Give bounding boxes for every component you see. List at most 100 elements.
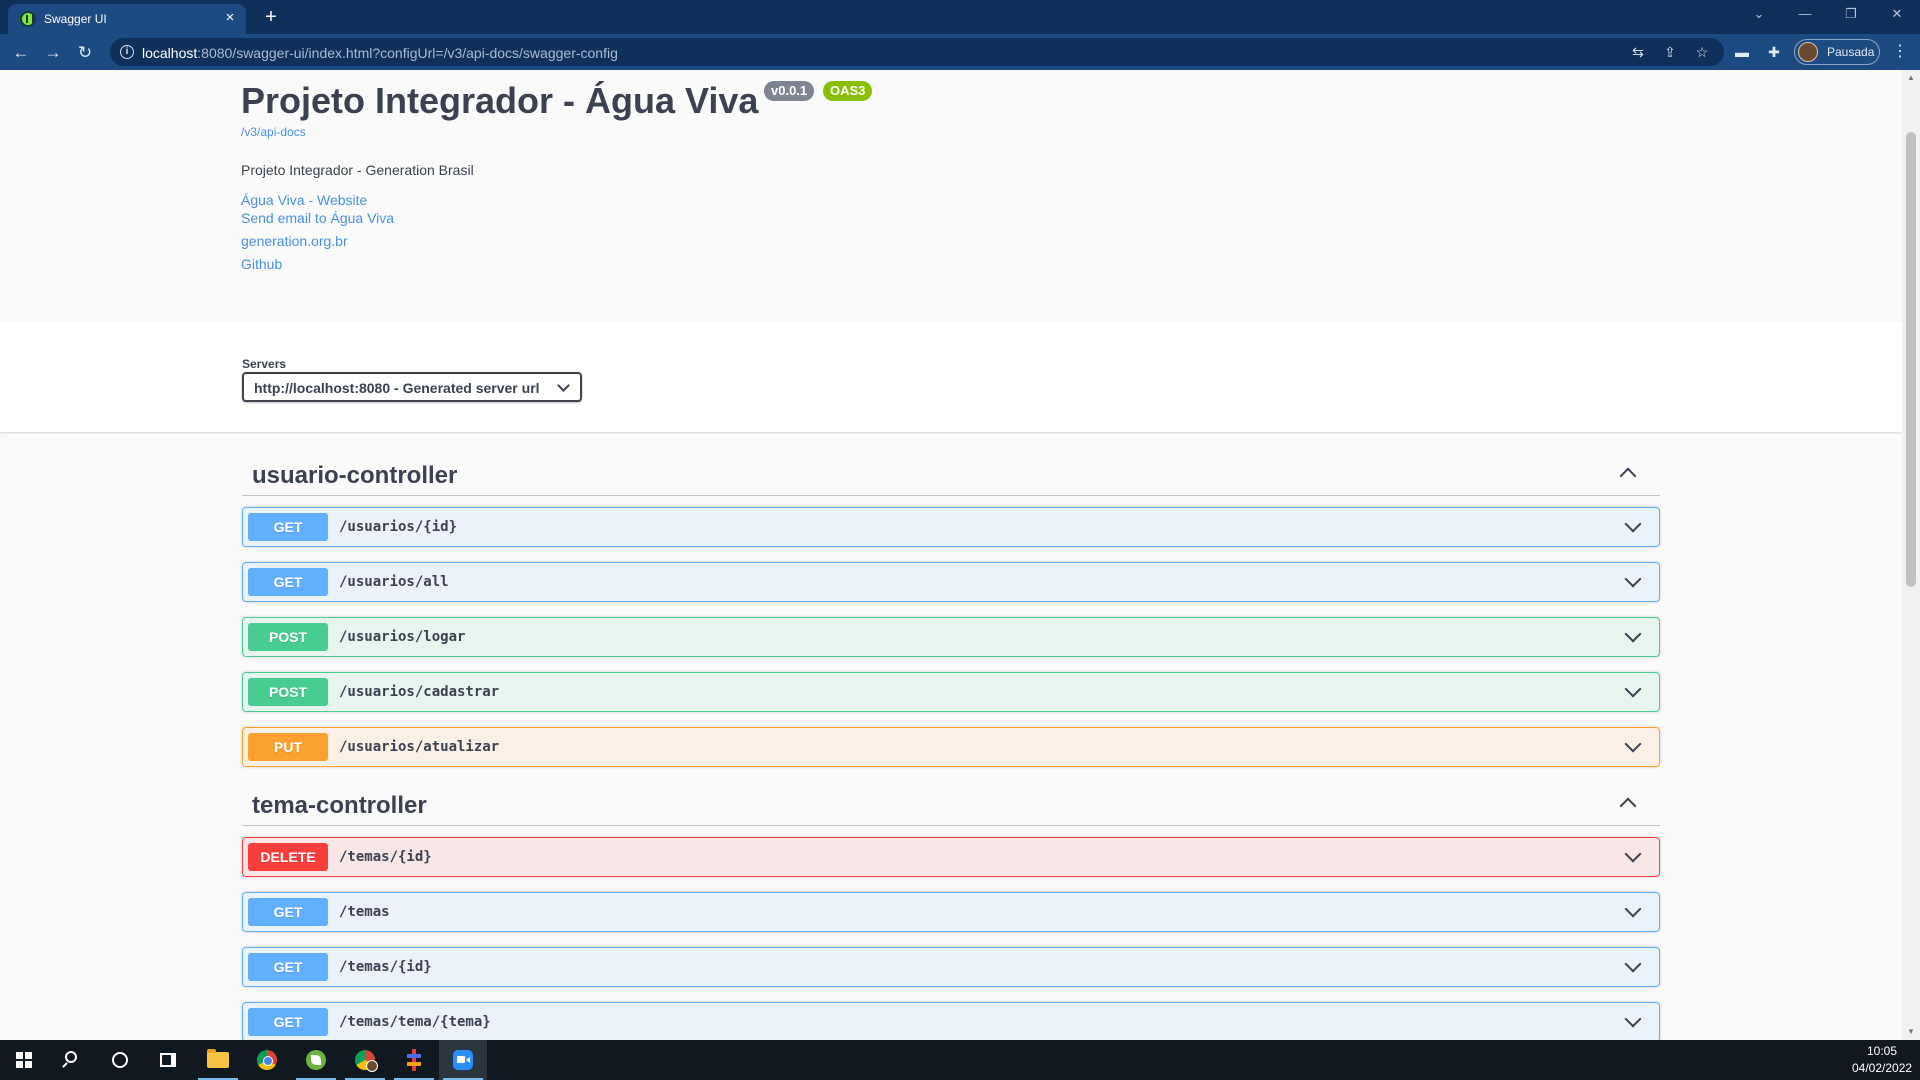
url-host: localhost	[142, 45, 198, 61]
taskbar-spring-tool-suite[interactable]	[292, 1040, 340, 1080]
chevron-down-icon[interactable]	[1624, 900, 1642, 918]
minimize-icon[interactable]: —	[1782, 0, 1828, 30]
operation-get-temas-id[interactable]: GET /temas/{id}	[242, 947, 1660, 987]
taskbar-chrome-profile[interactable]	[341, 1040, 389, 1080]
page-title: Projeto Integrador - Água Viva	[241, 80, 759, 121]
bookmark-star-icon[interactable]: ☆	[1692, 42, 1712, 62]
tag-name: usuario-controller	[252, 462, 458, 489]
operation-get-temas[interactable]: GET /temas	[242, 892, 1660, 932]
chevron-down-icon[interactable]	[1624, 680, 1642, 698]
api-info-section: Projeto Integrador - Água Viva v0.0.1 OA…	[0, 70, 1902, 322]
operation-post-usuarios-cadastrar[interactable]: POST /usuarios/cadastrar	[242, 672, 1660, 712]
chevron-down-icon[interactable]	[1624, 845, 1642, 863]
file-explorer-icon	[207, 1049, 229, 1068]
chevron-down-icon[interactable]	[1624, 570, 1642, 588]
chrome-icon	[257, 1050, 277, 1070]
api-docs-link[interactable]: /v3/api-docs	[241, 125, 306, 139]
operation-get-usuarios-id[interactable]: GET /usuarios/{id}	[242, 507, 1660, 547]
github-link[interactable]: Github	[241, 256, 282, 272]
cortana-button[interactable]	[96, 1040, 144, 1080]
method-badge: GET	[248, 513, 328, 541]
operation-delete-temas-id[interactable]: DELETE /temas/{id}	[242, 837, 1660, 877]
restore-icon[interactable]: ❐	[1828, 0, 1874, 30]
servers-select[interactable]: http://localhost:8080 - Generated server…	[242, 372, 582, 402]
browser-menu-icon[interactable]: ⋮	[1890, 42, 1910, 62]
operation-path: /usuarios/{id}	[339, 519, 458, 535]
taskbar-clock[interactable]: 10:05 04/02/2022	[1852, 1043, 1912, 1077]
address-bar[interactable]: i localhost:8080/swagger-ui/index.html?c…	[110, 38, 1724, 66]
browser-tab-strip: Swagger UI × + ⌄ — ❐ ✕	[0, 0, 1920, 34]
chevron-down-icon[interactable]	[1624, 515, 1642, 533]
website-link[interactable]: Água Viva - Website	[241, 192, 367, 208]
tag-name: tema-controller	[252, 792, 427, 819]
scrollbar-thumb[interactable]	[1906, 132, 1916, 587]
search-icon	[65, 1051, 77, 1063]
operation-path: /temas	[339, 904, 390, 920]
back-icon[interactable]: ←	[10, 42, 32, 64]
email-link[interactable]: Send email to Água Viva	[241, 210, 394, 226]
taskbar-search-button[interactable]	[48, 1040, 96, 1080]
method-badge: GET	[248, 898, 328, 926]
oas-badge: OAS3	[823, 81, 873, 101]
url-text[interactable]: localhost:8080/swagger-ui/index.html?con…	[142, 45, 618, 61]
chrome-profile-icon	[355, 1050, 378, 1072]
servers-label: Servers	[242, 357, 287, 371]
start-button[interactable]	[0, 1040, 48, 1080]
method-badge: GET	[248, 568, 328, 596]
taskbar-zoom[interactable]	[439, 1040, 487, 1080]
windows-taskbar: 10:05 04/02/2022	[0, 1040, 1920, 1080]
media-icon[interactable]: ▬	[1732, 42, 1752, 62]
operation-path: /temas/{id}	[339, 959, 432, 975]
chevron-down-icon[interactable]	[1624, 955, 1642, 973]
tab-close-icon[interactable]: ×	[222, 10, 238, 26]
operation-get-temas-tema[interactable]: GET /temas/tema/{tema}	[242, 1002, 1660, 1040]
scroll-down-icon[interactable]: ▼	[1906, 1027, 1916, 1037]
tag-header-usuario-controller[interactable]: usuario-controller	[242, 452, 1660, 496]
chevron-down-icon[interactable]	[1624, 625, 1642, 643]
operation-get-usuarios-all[interactable]: GET /usuarios/all	[242, 562, 1660, 602]
method-badge: GET	[248, 953, 328, 981]
chevron-down-icon	[557, 379, 570, 392]
chevron-up-icon[interactable]	[1619, 467, 1637, 485]
reload-icon[interactable]: ↻	[74, 42, 96, 64]
operation-path: /temas/{id}	[339, 849, 432, 865]
taskbar-insomnia[interactable]	[390, 1040, 438, 1080]
swagger-favicon-icon	[20, 11, 36, 27]
taskbar-chrome[interactable]	[243, 1040, 291, 1080]
operation-path: /usuarios/cadastrar	[339, 684, 500, 700]
tab-search-icon[interactable]: ⌄	[1736, 0, 1782, 30]
avatar	[1798, 42, 1818, 62]
servers-selected-value: http://localhost:8080 - Generated server…	[254, 380, 540, 396]
operation-put-usuarios-atualizar[interactable]: PUT /usuarios/atualizar	[242, 727, 1660, 767]
operation-path: /temas/tema/{tema}	[339, 1014, 491, 1030]
task-view-button[interactable]	[144, 1040, 192, 1080]
new-tab-icon[interactable]: +	[260, 6, 282, 28]
tag-header-tema-controller[interactable]: tema-controller	[242, 782, 1660, 826]
page-scrollbar[interactable]: ▲ ▼	[1902, 70, 1920, 1040]
operation-post-usuarios-logar[interactable]: POST /usuarios/logar	[242, 617, 1660, 657]
chevron-down-icon[interactable]	[1624, 735, 1642, 753]
share-icon[interactable]: ⇪	[1660, 42, 1680, 62]
method-badge: PUT	[248, 733, 328, 761]
chevron-down-icon[interactable]	[1624, 1010, 1642, 1028]
profile-button[interactable]: Pausada	[1794, 39, 1880, 65]
scroll-up-icon[interactable]: ▲	[1906, 73, 1916, 83]
operation-path: /usuarios/atualizar	[339, 739, 500, 755]
site-info-icon[interactable]: i	[120, 45, 134, 59]
taskbar-file-explorer[interactable]	[194, 1040, 242, 1080]
insomnia-icon	[404, 1049, 424, 1071]
version-badge: v0.0.1	[764, 81, 815, 101]
close-window-icon[interactable]: ✕	[1874, 0, 1920, 30]
generation-link[interactable]: generation.org.br	[241, 233, 348, 249]
url-rest: :8080/swagger-ui/index.html?configUrl=/v…	[197, 45, 618, 61]
method-badge: GET	[248, 1008, 328, 1036]
servers-section: Servers http://localhost:8080 - Generate…	[0, 322, 1902, 432]
forward-icon[interactable]: →	[42, 42, 64, 64]
tab-swagger-ui[interactable]: Swagger UI ×	[8, 4, 246, 34]
profile-label: Pausada	[1827, 45, 1875, 59]
translate-icon[interactable]: ⇆	[1628, 42, 1648, 62]
extensions-icon[interactable]: ✚	[1764, 42, 1784, 62]
clock-time: 10:05	[1866, 1044, 1898, 1058]
page-viewport: Projeto Integrador - Água Viva v0.0.1 OA…	[0, 70, 1902, 1040]
chevron-up-icon[interactable]	[1619, 797, 1637, 815]
